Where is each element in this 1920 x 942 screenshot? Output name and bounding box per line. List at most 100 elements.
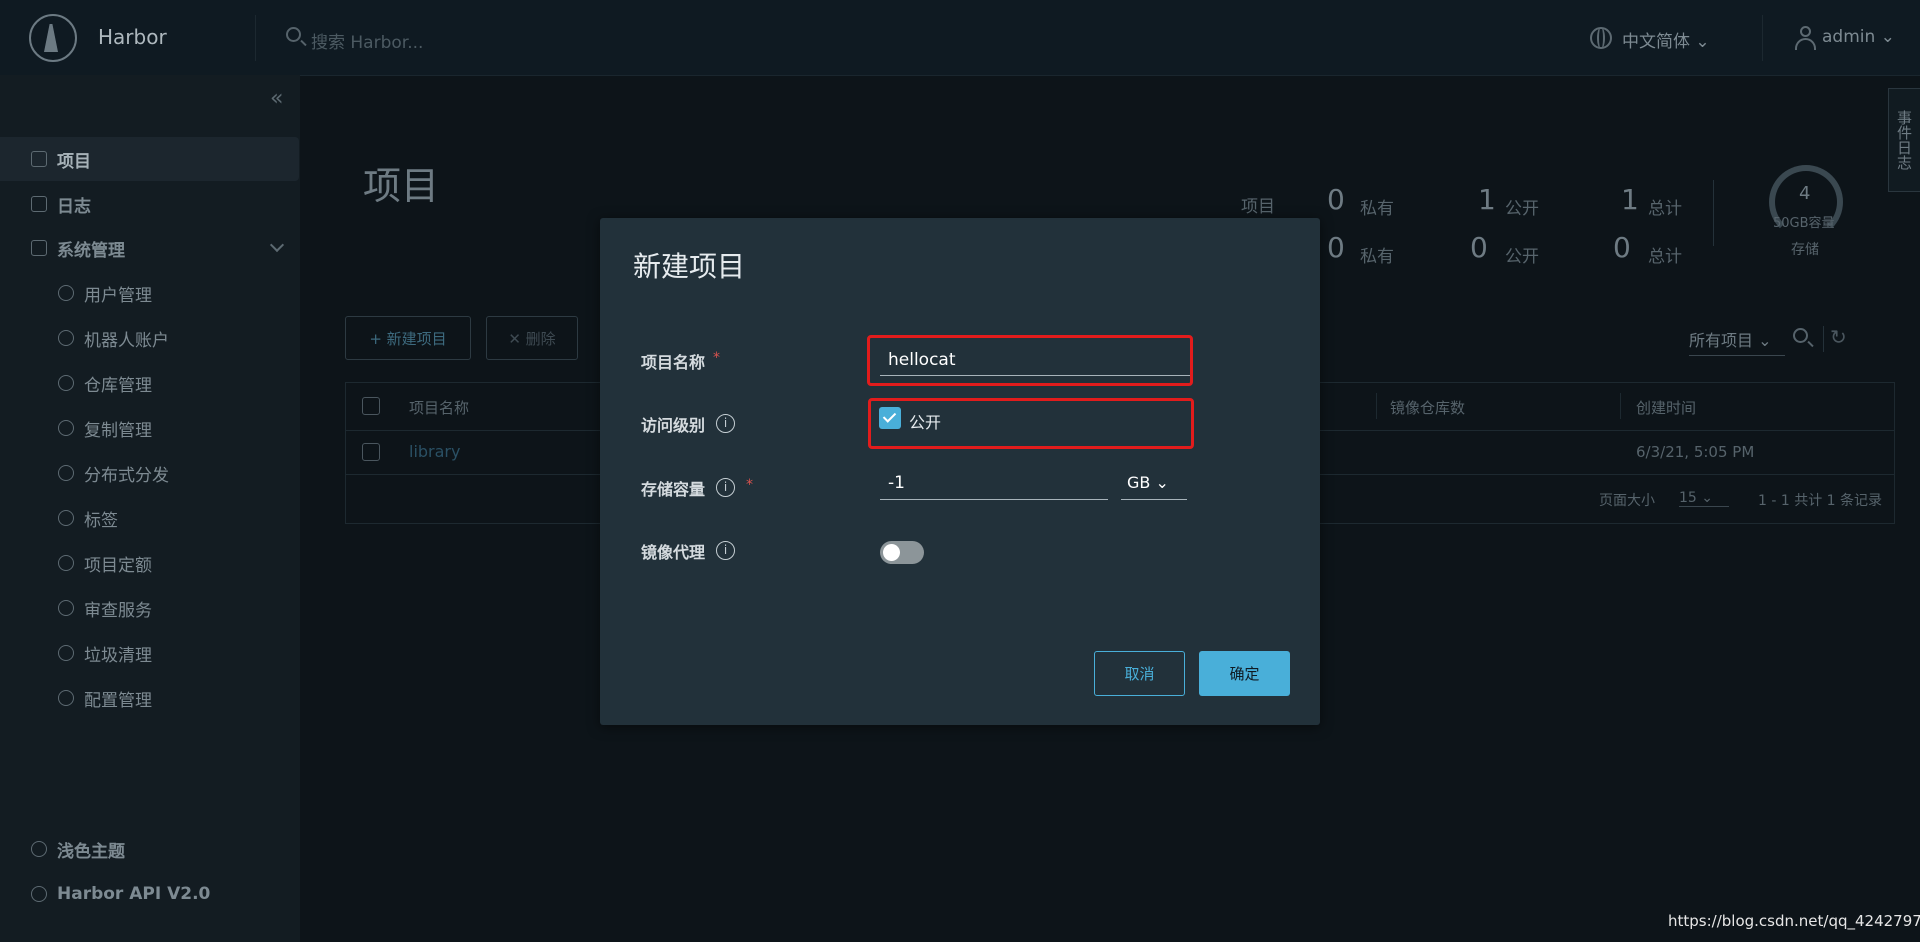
watermark: https://blog.csdn.net/qq_42427971 xyxy=(1668,912,1920,930)
chevron-down-icon xyxy=(269,237,285,253)
sidebar-item-label: 审查服务 xyxy=(84,600,152,621)
trash-icon xyxy=(58,645,74,661)
refresh-icon[interactable]: ↻ xyxy=(1830,325,1847,349)
sidebar-item-logs[interactable]: 日志 xyxy=(0,182,300,226)
tag-icon xyxy=(58,510,74,526)
user-menu[interactable]: admin ⌄ xyxy=(1822,27,1895,47)
new-project-dialog xyxy=(600,218,1320,725)
stat-public-count-2: 0 xyxy=(1470,231,1488,264)
sidebar-item-robots[interactable]: 机器人账户 xyxy=(0,316,300,360)
sidebar-item-admin[interactable]: 系统管理 xyxy=(0,226,300,270)
sidebar-item-labels[interactable]: 标签 xyxy=(0,496,300,540)
collapse-sidebar-icon[interactable]: « xyxy=(270,86,283,111)
theme-toggle[interactable]: 浅色主题 xyxy=(0,827,300,871)
info-icon[interactable]: i xyxy=(716,414,735,433)
column-header-name[interactable]: 项目名称 xyxy=(409,397,469,418)
gear-icon xyxy=(58,690,74,706)
stats-divider xyxy=(1713,180,1714,246)
globe-icon xyxy=(1590,27,1612,49)
sidebar-item-config[interactable]: 配置管理 xyxy=(0,676,300,720)
access-level-label: 访问级别 xyxy=(641,416,706,435)
stat-total-label: 总计 xyxy=(1648,199,1682,219)
brand-title[interactable]: Harbor xyxy=(98,25,167,49)
users-icon xyxy=(58,285,74,301)
sidebar-item-distribution[interactable]: 分布式分发 xyxy=(0,451,300,495)
sidebar-item-registries[interactable]: 仓库管理 xyxy=(0,361,300,405)
sidebar-item-projects[interactable]: 项目 xyxy=(0,137,299,181)
sidebar-item-label: 仓库管理 xyxy=(84,375,152,396)
toolbar-divider xyxy=(1823,326,1824,352)
storage-capacity: 50GB容量 xyxy=(1773,216,1835,231)
select-all-checkbox[interactable] xyxy=(362,397,380,415)
page-title: 项目 xyxy=(363,164,440,208)
sidebar-item-replication[interactable]: 复制管理 xyxy=(0,406,300,450)
page-size-value: 15 xyxy=(1679,490,1697,506)
delete-button[interactable]: ✕ 删除 xyxy=(486,316,578,360)
column-header-created[interactable]: 创建时间 xyxy=(1636,397,1696,418)
public-label: 公开 xyxy=(909,413,942,432)
column-header-repos[interactable]: 镜像仓库数 xyxy=(1390,397,1465,418)
robot-icon xyxy=(58,330,74,346)
quota-unit-value: GB xyxy=(1127,473,1151,492)
search-input[interactable]: 搜索 Harbor... xyxy=(311,28,423,53)
sidebar-item-label: 项目 xyxy=(57,151,91,172)
language-label: 中文简体 xyxy=(1622,32,1690,52)
info-icon[interactable]: i xyxy=(716,541,735,560)
pagination-summary: 1 - 1 共计 1 条记录 xyxy=(1758,493,1883,509)
user-name: admin xyxy=(1822,27,1876,47)
stat-total-label-2: 总计 xyxy=(1648,247,1682,267)
sidebar-item-label: 分布式分发 xyxy=(84,465,169,486)
stat-public-label-2: 公开 xyxy=(1505,247,1539,267)
search-icon xyxy=(286,27,301,42)
quota-input[interactable]: -1 xyxy=(880,473,1108,500)
stat-public-label: 公开 xyxy=(1505,199,1539,219)
quota-unit-select[interactable]: GB ⌄ xyxy=(1121,473,1187,500)
api-link[interactable]: Harbor API V2.0 xyxy=(0,872,300,916)
storage-label: 存储 xyxy=(1791,242,1819,258)
project-link[interactable]: library xyxy=(409,442,460,461)
page-size-select[interactable]: 15 ⌄ xyxy=(1679,490,1729,507)
info-icon[interactable]: i xyxy=(716,478,735,497)
table-search-icon[interactable] xyxy=(1793,328,1808,343)
quota-icon xyxy=(58,555,74,571)
sidebar-item-quotas[interactable]: 项目定额 xyxy=(0,541,300,585)
language-selector[interactable]: 中文简体 ⌄ xyxy=(1622,27,1710,52)
page-size-label: 页面大小 xyxy=(1599,493,1655,509)
sidebar-item-gc[interactable]: 垃圾清理 xyxy=(0,631,300,675)
sidebar-item-label: 标签 xyxy=(84,510,118,531)
header-divider xyxy=(255,15,256,61)
project-name-input[interactable]: hellocat xyxy=(880,350,1190,376)
sun-icon xyxy=(31,841,47,857)
stat-total-count: 1 xyxy=(1621,183,1639,216)
created-time: 6/3/21, 5:05 PM xyxy=(1636,443,1755,461)
distribution-icon xyxy=(58,465,74,481)
sidebar-item-label: 复制管理 xyxy=(84,420,152,441)
api-label: Harbor API V2.0 xyxy=(57,884,211,904)
logs-icon xyxy=(31,196,47,212)
sidebar-item-scanners[interactable]: 审查服务 xyxy=(0,586,300,630)
theme-label: 浅色主题 xyxy=(57,841,125,862)
column-divider xyxy=(1376,393,1377,419)
required-marker: * xyxy=(713,350,720,366)
column-divider xyxy=(1620,393,1621,419)
cancel-button[interactable]: 取消 xyxy=(1094,651,1185,696)
event-log-tab[interactable]: 事件日志 xyxy=(1888,88,1920,192)
quota-label: 存储容量 xyxy=(641,480,706,499)
sidebar-item-label: 项目定额 xyxy=(84,555,152,576)
project-filter-select[interactable]: 所有项目 ⌄ xyxy=(1689,327,1785,356)
sidebar-item-label: 用户管理 xyxy=(84,285,152,306)
sidebar-item-label: 垃圾清理 xyxy=(84,645,152,666)
project-filter-label: 所有项目 xyxy=(1689,331,1754,350)
stat-private-label: 私有 xyxy=(1360,199,1394,219)
sidebar-item-users[interactable]: 用户管理 xyxy=(0,271,300,315)
stat-total-count-2: 0 xyxy=(1613,231,1631,264)
project-name-label: 项目名称 xyxy=(641,353,706,372)
public-checkbox[interactable] xyxy=(879,407,901,429)
sidebar-item-label: 机器人账户 xyxy=(84,330,169,351)
confirm-button[interactable]: 确定 xyxy=(1199,651,1290,696)
new-project-button[interactable]: + 新建项目 xyxy=(345,316,471,360)
row-checkbox[interactable] xyxy=(362,443,380,461)
projects-icon xyxy=(31,151,47,167)
stat-row-label: 项目 xyxy=(1241,197,1275,217)
proxy-cache-toggle[interactable] xyxy=(880,541,924,564)
